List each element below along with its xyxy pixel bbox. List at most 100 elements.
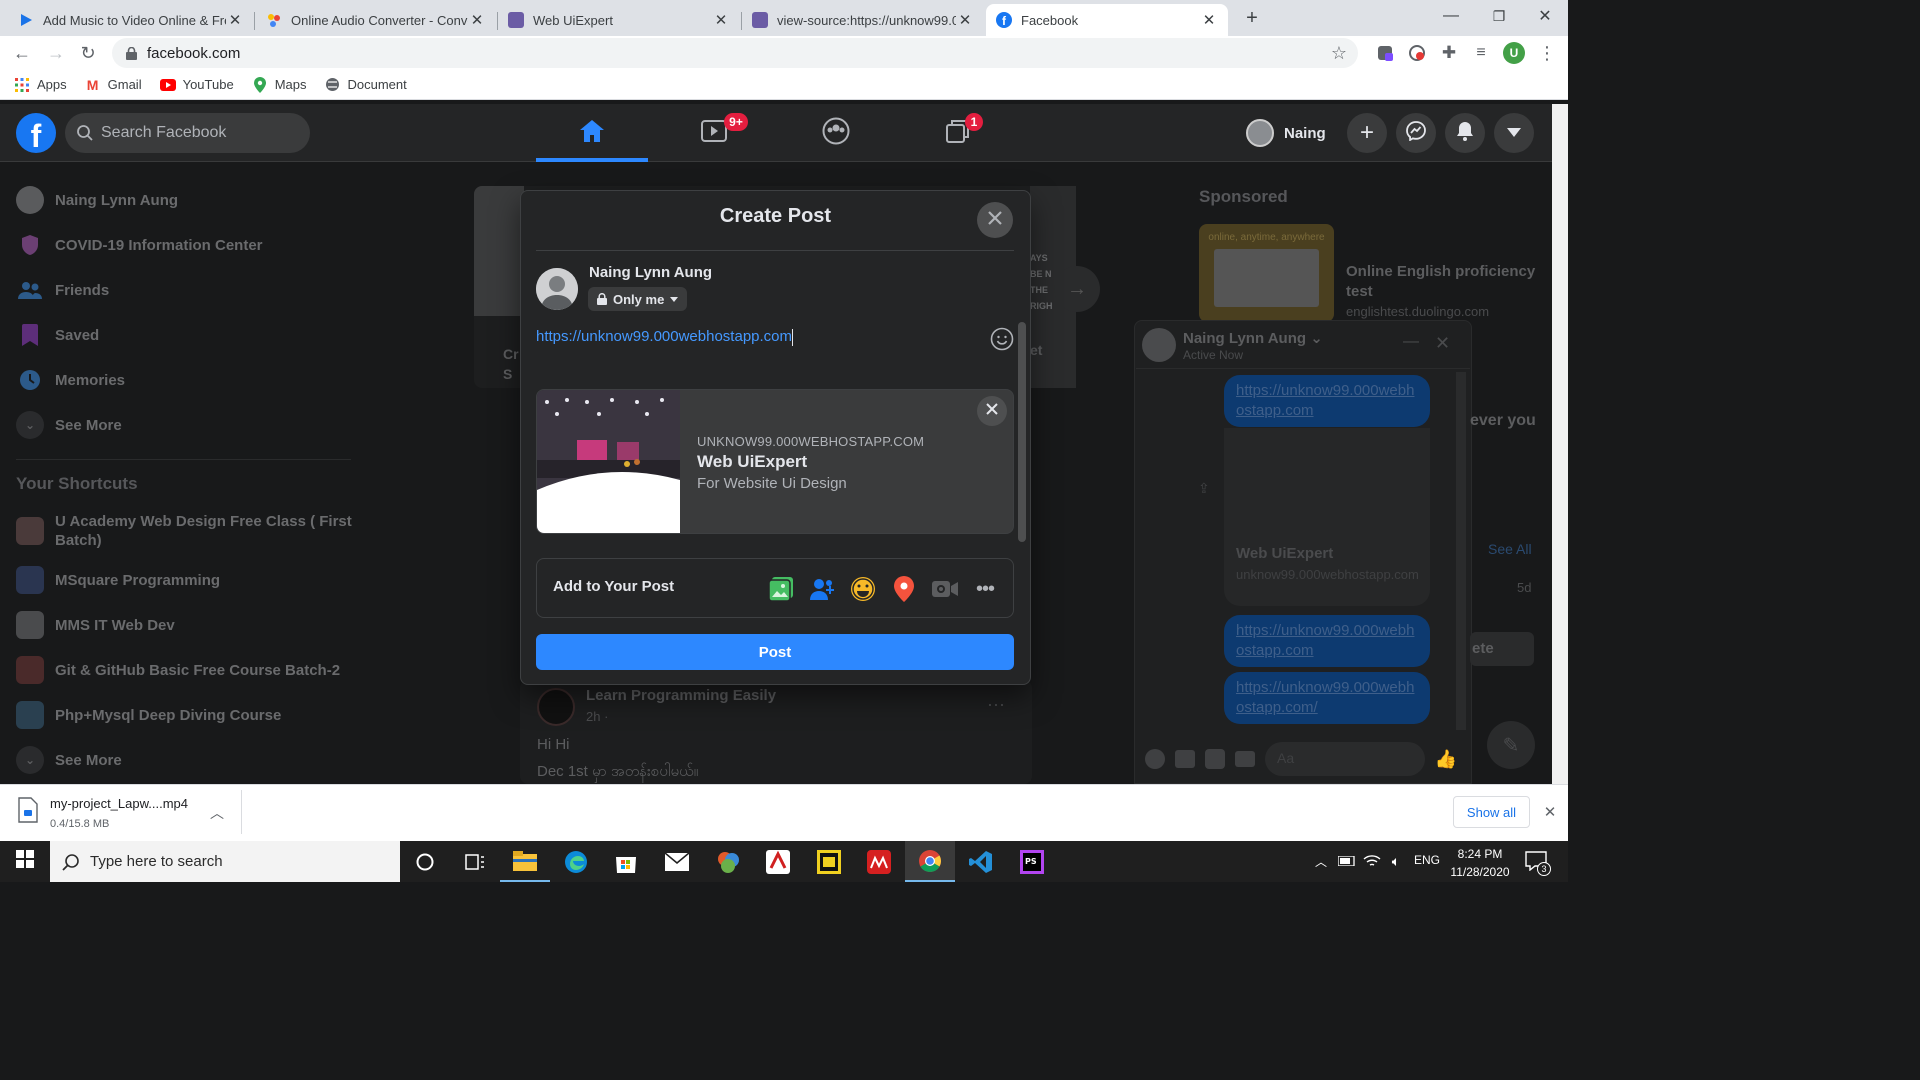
chrome-icon[interactable]	[905, 841, 955, 882]
volume-icon[interactable]: 🔈︎	[1386, 851, 1406, 871]
ad-image[interactable]: online, anytime, anywhere	[1199, 224, 1334, 322]
shortcut-item[interactable]: U Academy Web Design Free Class ( First …	[16, 512, 356, 550]
chat-message[interactable]: https://unknow99.000webhostapp.com	[1224, 615, 1430, 667]
media-icon[interactable]: ≡	[1470, 42, 1492, 64]
browser-tab-active[interactable]: f Facebook ✕	[986, 4, 1228, 36]
browser-tab[interactable]: Online Audio Converter - Conver ✕	[256, 4, 496, 36]
restore-icon[interactable]: ❐	[1484, 4, 1514, 28]
sidebar-item-saved[interactable]: Saved	[16, 321, 99, 349]
profile-link[interactable]: Naing	[1246, 117, 1326, 149]
more-options-icon[interactable]: •••	[970, 574, 1000, 604]
shortcuts-see-more[interactable]: ⌄ See More	[16, 746, 122, 774]
clock[interactable]: 8:24 PM 11/28/2020	[1446, 845, 1514, 881]
bookmark-star-icon[interactable]: ☆	[1328, 42, 1350, 64]
sidebar-item-friends[interactable]: Friends	[16, 276, 109, 304]
emoji-icon[interactable]	[990, 327, 1014, 351]
language-indicator[interactable]: ENG	[1414, 853, 1440, 867]
edge-icon[interactable]	[551, 841, 601, 882]
dialog-scrollbar[interactable]	[1018, 322, 1026, 542]
chevron-up-icon[interactable]: ︿	[1311, 851, 1331, 871]
new-tab-icon[interactable]: +	[1240, 6, 1264, 30]
mail-icon[interactable]	[652, 841, 702, 882]
store-icon[interactable]	[601, 841, 651, 882]
chat-input[interactable]: Aa	[1265, 742, 1425, 776]
bookmark-document[interactable]: Document	[324, 77, 407, 93]
taskbar-search-input[interactable]: Type here to search	[50, 841, 400, 882]
post-button[interactable]: Post	[536, 634, 1014, 670]
messenger-button[interactable]	[1396, 113, 1436, 153]
shortcut-item[interactable]: Git & GitHub Basic Free Course Batch-2	[16, 656, 340, 684]
post-author[interactable]: Learn Programming Easily	[586, 687, 776, 704]
app-icon[interactable]	[854, 841, 904, 882]
bookmark-maps[interactable]: Maps	[252, 76, 306, 93]
minimize-icon[interactable]: —	[1436, 4, 1466, 28]
tab-home[interactable]	[536, 104, 648, 162]
battery-icon[interactable]	[1337, 851, 1357, 871]
show-all-button[interactable]: Show all	[1453, 796, 1530, 828]
app-icon[interactable]	[703, 841, 753, 882]
post-text-input[interactable]: https://unknow99.000webhostapp.com	[536, 328, 976, 346]
remove-preview-button[interactable]	[977, 396, 1007, 426]
close-tab-icon[interactable]: ✕	[226, 11, 244, 29]
close-chat-icon[interactable]: ✕	[1435, 333, 1450, 354]
shortcut-item[interactable]: MSquare Programming	[16, 566, 220, 594]
privacy-selector[interactable]: Only me	[588, 287, 688, 311]
close-tab-icon[interactable]: ✕	[956, 11, 974, 29]
extension-icon[interactable]	[1374, 42, 1396, 64]
notifications-button[interactable]	[1445, 113, 1485, 153]
file-explorer-icon[interactable]	[500, 841, 550, 882]
download-filename[interactable]: my-project_Lapw....mp4	[50, 796, 188, 811]
close-tab-icon[interactable]: ✕	[1200, 11, 1218, 29]
account-menu-button[interactable]	[1494, 113, 1534, 153]
more-icon[interactable]: ···	[987, 694, 1005, 715]
facebook-logo[interactable]: f	[16, 113, 56, 154]
tab-watch[interactable]	[658, 104, 770, 162]
window-close-icon[interactable]: ✕	[1530, 4, 1560, 28]
back-icon[interactable]: ←	[10, 41, 34, 65]
sticker-icon[interactable]	[1205, 749, 1225, 769]
sidebar-item-memories[interactable]: Memories	[16, 366, 125, 394]
sidebar-item-profile[interactable]: Naing Lynn Aung	[16, 186, 178, 214]
link-preview-card[interactable]: UNKNOW99.000WEBHOSTAPP.COM Web UiExpert …	[536, 389, 1014, 534]
page-scrollbar[interactable]	[1552, 104, 1568, 784]
chat-message[interactable]: https://unknow99.000webhostapp.com	[1224, 375, 1430, 427]
shortcut-item[interactable]: Php+Mysql Deep Diving Course	[16, 701, 281, 729]
share-icon[interactable]: ⇪	[1198, 480, 1210, 497]
bookmark-gmail[interactable]: M Gmail	[85, 77, 142, 93]
bookmark-apps[interactable]: Apps	[14, 77, 67, 93]
stories-next-arrow[interactable]: →	[1054, 266, 1100, 312]
tab-gaming[interactable]	[902, 104, 1014, 162]
ad-title[interactable]: Online English proficiency test	[1346, 262, 1556, 302]
menu-icon[interactable]: ⋮	[1536, 42, 1558, 64]
close-dialog-button[interactable]	[977, 202, 1013, 238]
photo-icon[interactable]	[1175, 750, 1195, 768]
minimize-chat-icon[interactable]: —	[1403, 333, 1419, 351]
chevron-up-icon[interactable]: ︿	[206, 802, 228, 824]
gif-icon[interactable]	[1235, 751, 1255, 767]
wifi-icon[interactable]	[1362, 851, 1382, 871]
like-icon[interactable]: 👍	[1435, 749, 1457, 770]
extension-icon[interactable]	[1406, 42, 1428, 64]
feeling-icon[interactable]	[848, 574, 878, 604]
sidebar-item-covid[interactable]: COVID-19 Information Center	[16, 231, 263, 259]
browser-tab[interactable]: Web UiExpert ✕	[498, 4, 740, 36]
task-view-icon[interactable]	[450, 841, 500, 882]
plus-icon[interactable]	[1145, 749, 1165, 769]
photo-video-icon[interactable]	[766, 574, 796, 604]
chat-scrollbar[interactable]	[1456, 372, 1466, 730]
new-message-icon[interactable]: ✎	[1487, 721, 1535, 769]
bookmark-youtube[interactable]: YouTube	[159, 77, 234, 93]
browser-tab[interactable]: view-source:https://unknow99.00 ✕	[742, 4, 984, 36]
location-icon[interactable]	[889, 574, 919, 604]
shortcut-item[interactable]: MMS IT Web Dev	[16, 611, 175, 639]
tab-groups[interactable]	[780, 104, 892, 162]
chat-name[interactable]: Naing Lynn Aung ⌄	[1183, 329, 1323, 347]
see-all-link[interactable]: See All	[1488, 541, 1532, 557]
url-field[interactable]: facebook.com ☆	[112, 38, 1358, 68]
forward-icon[interactable]: →	[44, 41, 68, 65]
close-tab-icon[interactable]: ✕	[712, 11, 730, 29]
live-video-icon[interactable]	[930, 574, 960, 604]
close-download-bar-icon[interactable]: ✕	[1540, 802, 1560, 822]
cortana-icon[interactable]	[400, 841, 450, 882]
tag-people-icon[interactable]	[807, 574, 837, 604]
